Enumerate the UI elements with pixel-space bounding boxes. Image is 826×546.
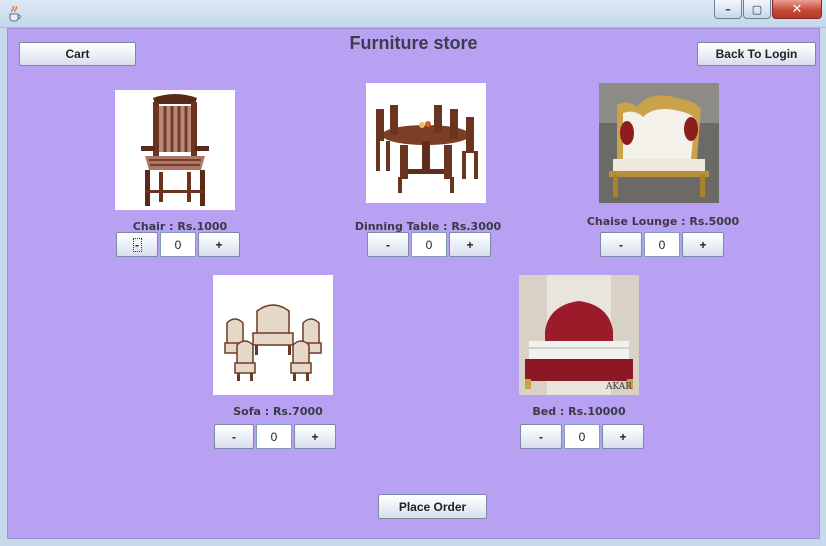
product-caption: Chaise Lounge : Rs.5000 [586,215,740,228]
decrement-button[interactable]: - [520,424,562,449]
quantity-stepper[interactable]: - 0 + [116,232,240,257]
focus-indicator: - [132,237,142,252]
increment-button[interactable]: + [682,232,724,257]
decrement-button[interactable]: - [600,232,642,257]
product-caption: Sofa : Rs.7000 [233,405,323,418]
dining-table-image [366,83,486,203]
quantity-field[interactable]: 0 [564,424,600,449]
svg-text:AKAR: AKAR [605,382,632,392]
quantity-field[interactable]: 0 [644,232,680,257]
chair-image [115,90,235,210]
close-icon[interactable]: ✕ [772,0,822,19]
window-titlebar: – ▢ ✕ [0,0,826,28]
decrement-button[interactable]: - [214,424,254,449]
cart-button[interactable]: Cart [19,42,136,66]
decrement-button[interactable]: - [116,232,158,257]
quantity-stepper[interactable]: - 0 + [600,232,724,257]
increment-button[interactable]: + [198,232,240,257]
quantity-stepper[interactable]: - 0 + [367,232,491,257]
back-to-login-button[interactable]: Back To Login [697,42,816,66]
increment-button[interactable]: + [602,424,644,449]
chaise-lounge-image [599,83,719,203]
product-caption: Bed : Rs.10000 [532,405,626,418]
quantity-stepper[interactable]: - 0 + [520,424,644,449]
sofa-image [213,275,333,395]
store-panel: Furniture store Cart Back To Login Chair… [7,28,820,539]
quantity-stepper[interactable]: - 0 + [214,424,336,449]
minimize-icon[interactable]: – [714,0,742,19]
quantity-field[interactable]: 0 [160,232,196,257]
quantity-field[interactable]: 0 [411,232,447,257]
decrement-button[interactable]: - [367,232,409,257]
maximize-icon[interactable]: ▢ [743,0,771,19]
increment-button[interactable]: + [294,424,336,449]
increment-button[interactable]: + [449,232,491,257]
quantity-field[interactable]: 0 [256,424,292,449]
place-order-button[interactable]: Place Order [378,494,487,519]
bed-image: AKAR [519,275,639,395]
java-coffee-icon [9,5,21,22]
